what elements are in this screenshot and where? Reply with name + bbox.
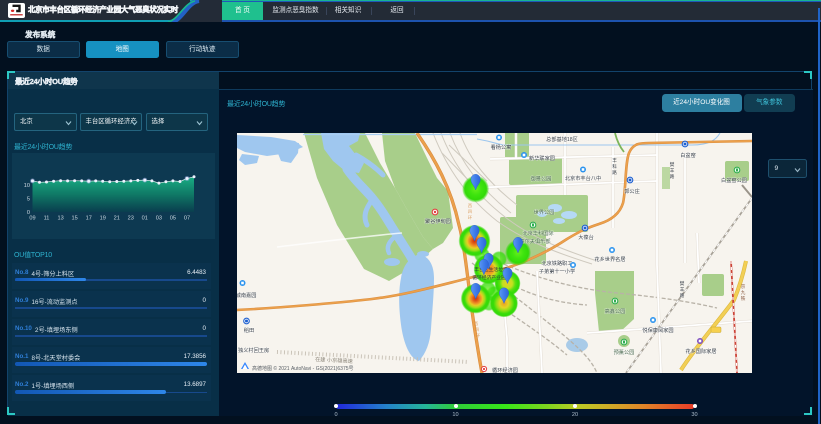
svg-text:白盆窑公园: 白盆窑公园	[721, 176, 747, 184]
svg-text:新华联家园: 新华联家园	[529, 154, 555, 162]
svg-text:路: 路	[670, 173, 675, 180]
svg-text:科: 科	[612, 163, 617, 170]
svg-text:循环经济园: 循环经济园	[492, 366, 518, 373]
svg-text:北京华科国际: 北京华科国际	[522, 229, 553, 237]
svg-text:城南嘉园: 城南嘉园	[237, 291, 256, 299]
svg-text:稻田: 稻田	[244, 326, 254, 334]
svg-text:白盆窑: 白盆窑	[680, 151, 696, 159]
svg-text:大葆台: 大葆台	[578, 233, 594, 241]
svg-text:御景公园: 御景公园	[531, 174, 552, 182]
svg-text:看杨公寓: 看杨公寓	[491, 143, 512, 151]
svg-text:京: 京	[741, 283, 746, 290]
svg-text:郭公庄: 郭公庄	[624, 187, 640, 195]
svg-text:北京铁路职工: 北京铁路职工	[541, 259, 572, 267]
svg-text:九: 九	[741, 289, 746, 296]
svg-text:花乡国际家居: 花乡国际家居	[685, 347, 716, 355]
svg-text:羊: 羊	[670, 167, 675, 174]
svg-text:北京市丰台八中: 北京市丰台八中	[565, 174, 601, 182]
svg-text:樊: 樊	[680, 280, 685, 287]
svg-text:聚谷伊甸园: 聚谷伊甸园	[425, 217, 451, 225]
svg-text:独义村回王房: 独义村回王房	[238, 346, 269, 354]
svg-text:路: 路	[612, 169, 617, 176]
svg-text:四: 四	[475, 327, 479, 332]
svg-text:预薰公园: 预薰公园	[614, 348, 635, 356]
svg-text:世界公园: 世界公园	[534, 208, 555, 216]
svg-text:高德地图 © 2021 AutoNavi - GS(2021: 高德地图 © 2021 AutoNavi - GS(2021)6375号	[252, 365, 354, 372]
svg-text:总部基地18区: 总部基地18区	[546, 135, 578, 143]
svg-text:花乡世界名居: 花乡世界名居	[594, 255, 625, 263]
svg-text:四: 四	[468, 209, 472, 214]
svg-text:高鑫公园: 高鑫公园	[605, 307, 626, 315]
svg-text:丰: 丰	[612, 157, 617, 164]
svg-text:悦保康阅家园: 悦保康阅家园	[642, 326, 673, 334]
svg-text:铁: 铁	[741, 295, 746, 302]
svg-text:循环经济产业园: 循环经济产业园	[472, 274, 506, 281]
svg-text:羊: 羊	[680, 286, 685, 293]
svg-text:高尔夫俱乐部: 高尔夫俱乐部	[519, 237, 550, 245]
svg-text:路: 路	[680, 292, 685, 299]
svg-text:樊: 樊	[670, 161, 675, 168]
svg-text:子弟第十一小学: 子弟第十一小学	[539, 267, 575, 275]
